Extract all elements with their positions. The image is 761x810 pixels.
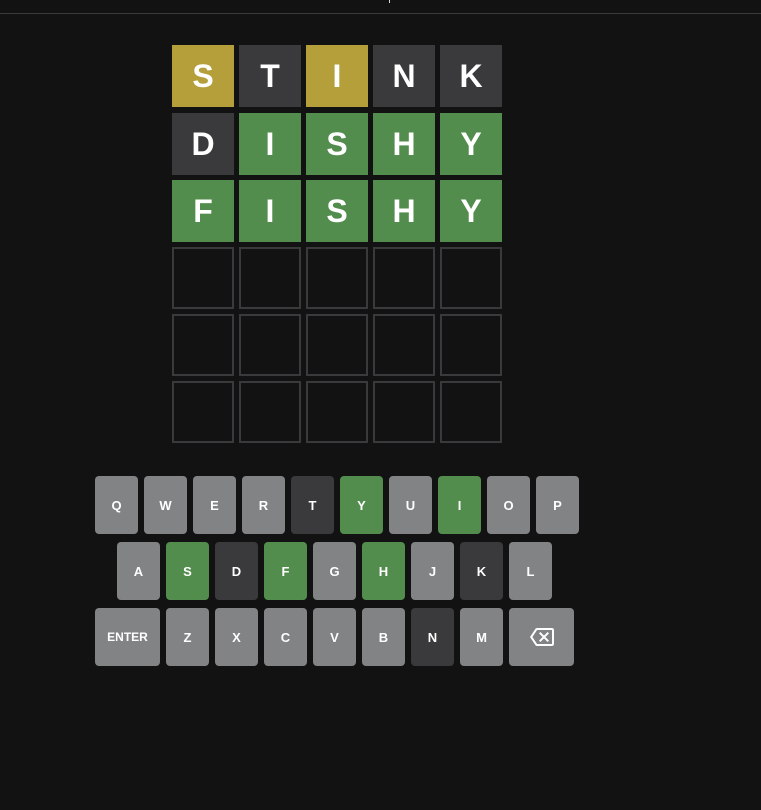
key-z[interactable]: Z — [166, 608, 209, 666]
backspace-key[interactable] — [509, 608, 574, 666]
board-tile-r6-c5 — [440, 381, 502, 443]
key-n[interactable]: N — [411, 608, 454, 666]
board-tile-r1-c2: T — [239, 45, 301, 107]
board-tile-r3-c2: I — [239, 180, 301, 242]
key-o[interactable]: O — [487, 476, 530, 534]
board-tile-r6-c3 — [306, 381, 368, 443]
key-g[interactable]: G — [313, 542, 356, 600]
board-tile-r5-c2 — [239, 314, 301, 376]
board-tile-r2-c5: Y — [440, 113, 502, 175]
backspace-icon — [529, 628, 554, 646]
board-tile-r1-c1: S — [172, 45, 234, 107]
board-tile-r1-c3: I — [306, 45, 368, 107]
key-l[interactable]: L — [509, 542, 552, 600]
key-p[interactable]: P — [536, 476, 579, 534]
board-tile-r2-c2: I — [239, 113, 301, 175]
key-k[interactable]: K — [460, 542, 503, 600]
key-d[interactable]: D — [215, 542, 258, 600]
board-tile-r4-c1 — [172, 247, 234, 309]
board-tile-r5-c5 — [440, 314, 502, 376]
board-tile-r4-c5 — [440, 247, 502, 309]
board-tile-r4-c3 — [306, 247, 368, 309]
board-tile-r4-c4 — [373, 247, 435, 309]
board-tile-r1-c4: N — [373, 45, 435, 107]
key-q[interactable]: Q — [95, 476, 138, 534]
key-t[interactable]: T — [291, 476, 334, 534]
board-tile-r3-c1: F — [172, 180, 234, 242]
enter-key[interactable]: ENTER — [95, 608, 160, 666]
key-s[interactable]: S — [166, 542, 209, 600]
board-tile-r4-c2 — [239, 247, 301, 309]
key-h[interactable]: H — [362, 542, 405, 600]
board-tile-r3-c4: H — [373, 180, 435, 242]
board-tile-r6-c1 — [172, 381, 234, 443]
board-tile-r6-c2 — [239, 381, 301, 443]
key-c[interactable]: C — [264, 608, 307, 666]
key-r[interactable]: R — [242, 476, 285, 534]
board-tile-r6-c4 — [373, 381, 435, 443]
key-b[interactable]: B — [362, 608, 405, 666]
key-w[interactable]: W — [144, 476, 187, 534]
board-tile-r2-c3: S — [306, 113, 368, 175]
board-tile-r5-c1 — [172, 314, 234, 376]
board-tile-r5-c3 — [306, 314, 368, 376]
top-bar-divider-mark — [389, 0, 390, 3]
key-a[interactable]: A — [117, 542, 160, 600]
board-tile-r3-c5: Y — [440, 180, 502, 242]
key-x[interactable]: X — [215, 608, 258, 666]
top-bar — [0, 0, 761, 14]
board-tile-r1-c5: K — [440, 45, 502, 107]
board-tile-r5-c4 — [373, 314, 435, 376]
board-tile-r2-c4: H — [373, 113, 435, 175]
key-i[interactable]: I — [438, 476, 481, 534]
key-f[interactable]: F — [264, 542, 307, 600]
key-y[interactable]: Y — [340, 476, 383, 534]
key-m[interactable]: M — [460, 608, 503, 666]
key-v[interactable]: V — [313, 608, 356, 666]
key-j[interactable]: J — [411, 542, 454, 600]
key-u[interactable]: U — [389, 476, 432, 534]
board-tile-r3-c3: S — [306, 180, 368, 242]
board-tile-r2-c1: D — [172, 113, 234, 175]
key-e[interactable]: E — [193, 476, 236, 534]
